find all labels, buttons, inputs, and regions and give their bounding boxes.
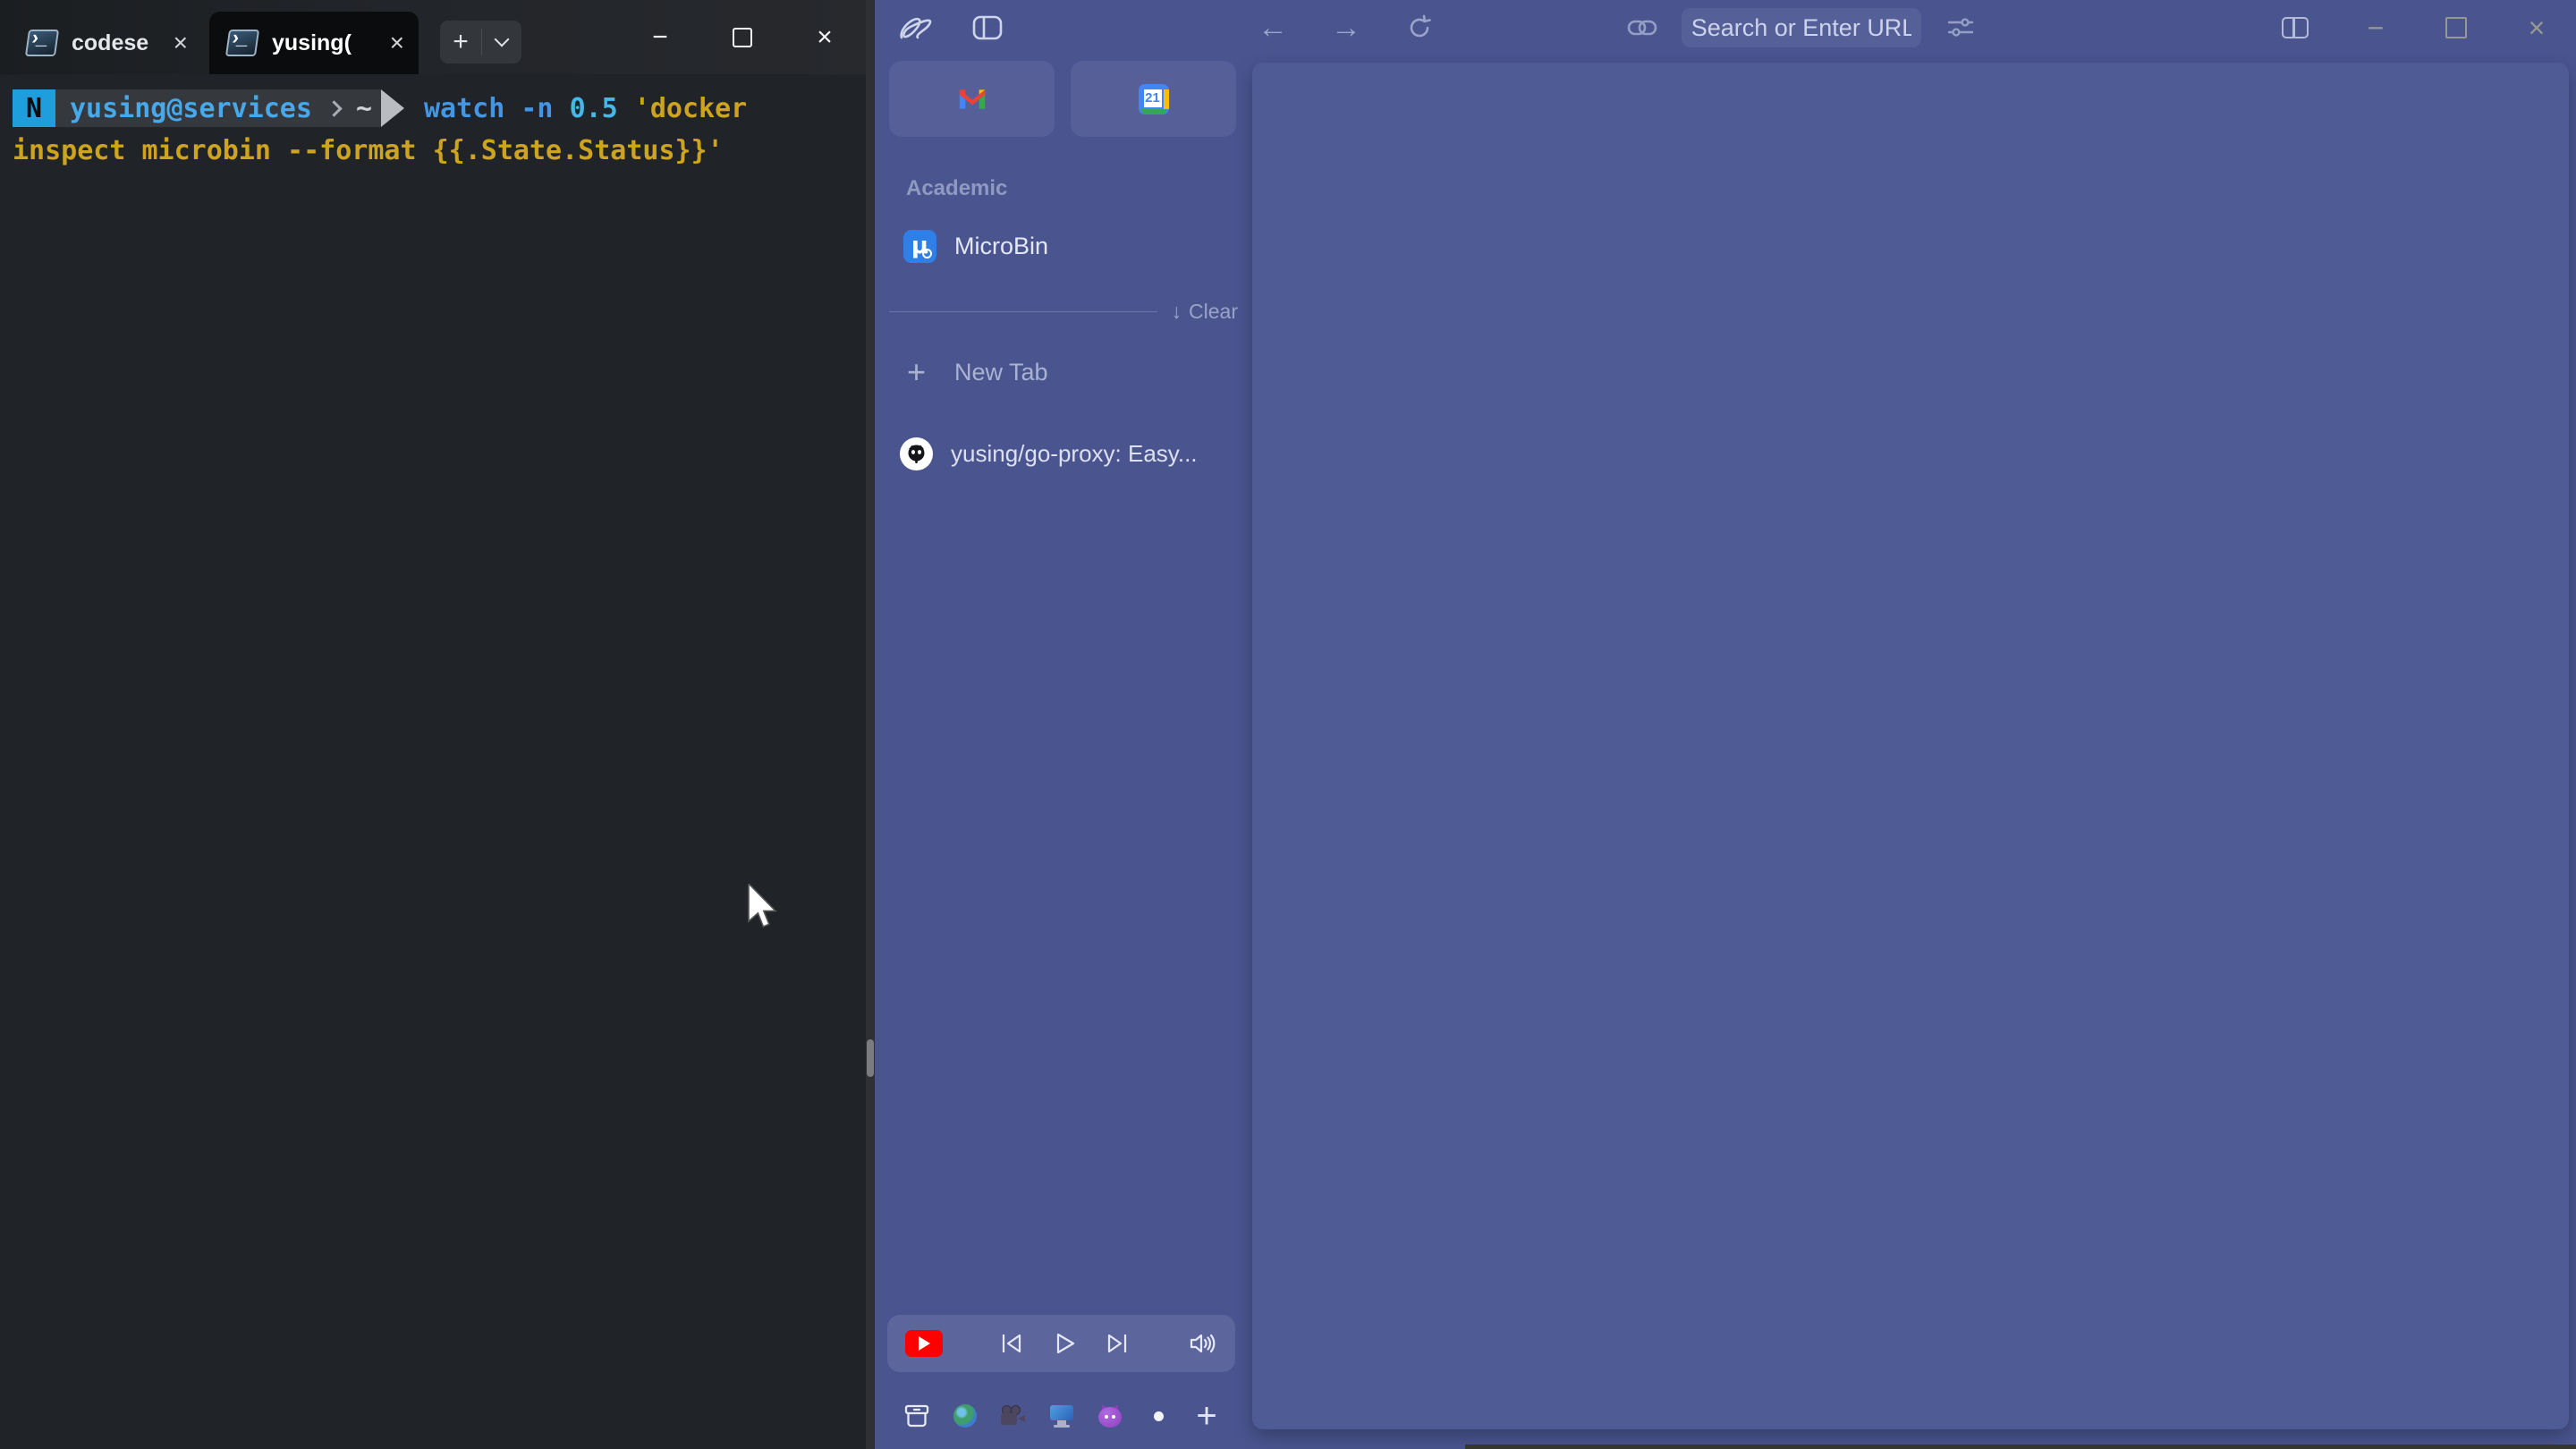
tab-close-icon[interactable]: ×: [174, 30, 188, 55]
back-button[interactable]: ←: [1255, 10, 1291, 46]
sidebar-new-tab-button[interactable]: + New Tab: [893, 348, 1241, 396]
forward-button[interactable]: →: [1328, 10, 1364, 46]
browser-window: ← →: [875, 0, 2576, 1449]
powershell-icon: [25, 30, 59, 56]
resize-grip-handle[interactable]: [867, 1039, 874, 1077]
split-view-icon[interactable]: [2277, 10, 2313, 46]
divider: [889, 311, 1157, 312]
next-track-button[interactable]: [1106, 1332, 1131, 1355]
youtube-icon[interactable]: [905, 1330, 943, 1357]
close-button[interactable]: ×: [784, 0, 866, 74]
terminal-window-controls: − ×: [619, 0, 866, 74]
workspace-devil-icon[interactable]: [1097, 1402, 1123, 1429]
command-text: watch -n 0.5 'docker: [424, 93, 747, 124]
workspace-current-dot[interactable]: [1145, 1402, 1172, 1429]
tabs-divider-row: ↓ Clear: [889, 298, 1238, 325]
google-calendar-icon: 21: [1139, 84, 1169, 114]
volume-icon[interactable]: [1189, 1332, 1217, 1355]
github-favicon: [900, 437, 933, 470]
terminal-tab-bar: codese × yusing( × + − ×: [0, 0, 866, 74]
browser-maximize-button[interactable]: [2438, 10, 2474, 46]
plus-icon: +: [900, 353, 933, 391]
window-resize-divider[interactable]: [866, 0, 875, 1449]
zen-logo-icon[interactable]: [898, 10, 934, 46]
browser-minimize-button[interactable]: −: [2358, 10, 2394, 46]
browser-content-area: [1252, 63, 2569, 1429]
prompt-segment: yusing@services ~: [55, 89, 381, 127]
url-input[interactable]: [1691, 14, 1912, 42]
add-workspace-button[interactable]: +: [1193, 1402, 1220, 1429]
sidebar-tab-github[interactable]: yusing/go-proxy: Easy...: [893, 428, 1241, 479]
prompt-cwd: ~: [356, 93, 372, 124]
maximize-button[interactable]: [701, 0, 784, 74]
screen: codese × yusing( × + − × N: [0, 0, 2576, 1449]
essential-tile-calendar[interactable]: 21: [1071, 61, 1236, 137]
prompt-badge: N: [13, 89, 55, 127]
terminal-tab-yusing[interactable]: yusing( ×: [209, 12, 419, 74]
browser-toolbar: ← →: [875, 0, 2576, 55]
play-button[interactable]: [1054, 1332, 1077, 1355]
tab-title: MicroBin: [954, 233, 1048, 260]
tab-title: yusing/go-proxy: Easy...: [951, 440, 1198, 468]
sidebar-tab-microbin[interactable]: μ MicroBin: [893, 221, 1241, 271]
link-icon[interactable]: [1624, 10, 1660, 46]
terminal-tab-label: yusing(: [272, 30, 376, 56]
arrow-down-icon: ↓: [1172, 300, 1182, 324]
maximize-icon: [733, 28, 752, 47]
minimize-button[interactable]: −: [619, 0, 701, 74]
command-text-wrapped: inspect microbin --format {{.State.Statu…: [13, 131, 853, 170]
mouse-cursor: [747, 884, 784, 930]
workspace-switcher: +: [903, 1395, 1220, 1436]
taskbar-edge: [1465, 1445, 2576, 1449]
reload-button[interactable]: [1402, 10, 1437, 46]
workspace-globe-icon[interactable]: [952, 1402, 979, 1429]
settings-sliders-icon[interactable]: [1943, 10, 1979, 46]
tab-actions-group: +: [440, 21, 521, 64]
essential-tile-gmail[interactable]: [889, 61, 1055, 137]
new-tab-label: New Tab: [954, 359, 1048, 386]
chevron-down-icon: [495, 32, 510, 47]
prompt-line: N yusing@services ~ watch -n 0.5 'docker: [13, 89, 853, 128]
clear-tabs-button[interactable]: ↓ Clear: [1172, 300, 1238, 324]
prompt-arrow-icon: [381, 89, 404, 127]
clear-label: Clear: [1189, 300, 1238, 324]
sidebar-toggle-icon[interactable]: [970, 10, 1005, 46]
url-bar[interactable]: [1682, 8, 1921, 47]
terminal-window: codese × yusing( × + − × N: [0, 0, 866, 1449]
essentials-grid: 21: [889, 61, 1236, 137]
prompt-user-host: yusing@services: [70, 93, 312, 124]
browser-sidebar: 21 Academic μ MicroBin ↓ Clear + New Tab: [875, 55, 1252, 1449]
microbin-favicon: μ: [903, 230, 936, 263]
tab-dropdown-button[interactable]: [482, 39, 521, 45]
previous-track-button[interactable]: [1000, 1332, 1025, 1355]
tab-close-icon[interactable]: ×: [390, 30, 404, 55]
media-player-bar[interactable]: [887, 1315, 1235, 1372]
workspace-movie-camera-icon[interactable]: [1000, 1402, 1027, 1429]
terminal-tab-codese[interactable]: codese ×: [9, 12, 202, 74]
workspace-section-label: Academic: [906, 176, 1252, 201]
archive-box-icon[interactable]: [903, 1402, 930, 1429]
gmail-icon: [957, 88, 987, 111]
terminal-tab-label: codese: [72, 30, 159, 56]
terminal-content[interactable]: N yusing@services ~ watch -n 0.5 'docker…: [0, 74, 866, 1449]
maximize-icon: [2445, 17, 2467, 38]
new-tab-button[interactable]: +: [440, 27, 481, 57]
chevron-right-icon: [326, 100, 342, 116]
workspace-desktop-icon[interactable]: [1048, 1402, 1075, 1429]
browser-close-button[interactable]: ×: [2519, 10, 2555, 46]
powershell-icon: [225, 30, 259, 56]
